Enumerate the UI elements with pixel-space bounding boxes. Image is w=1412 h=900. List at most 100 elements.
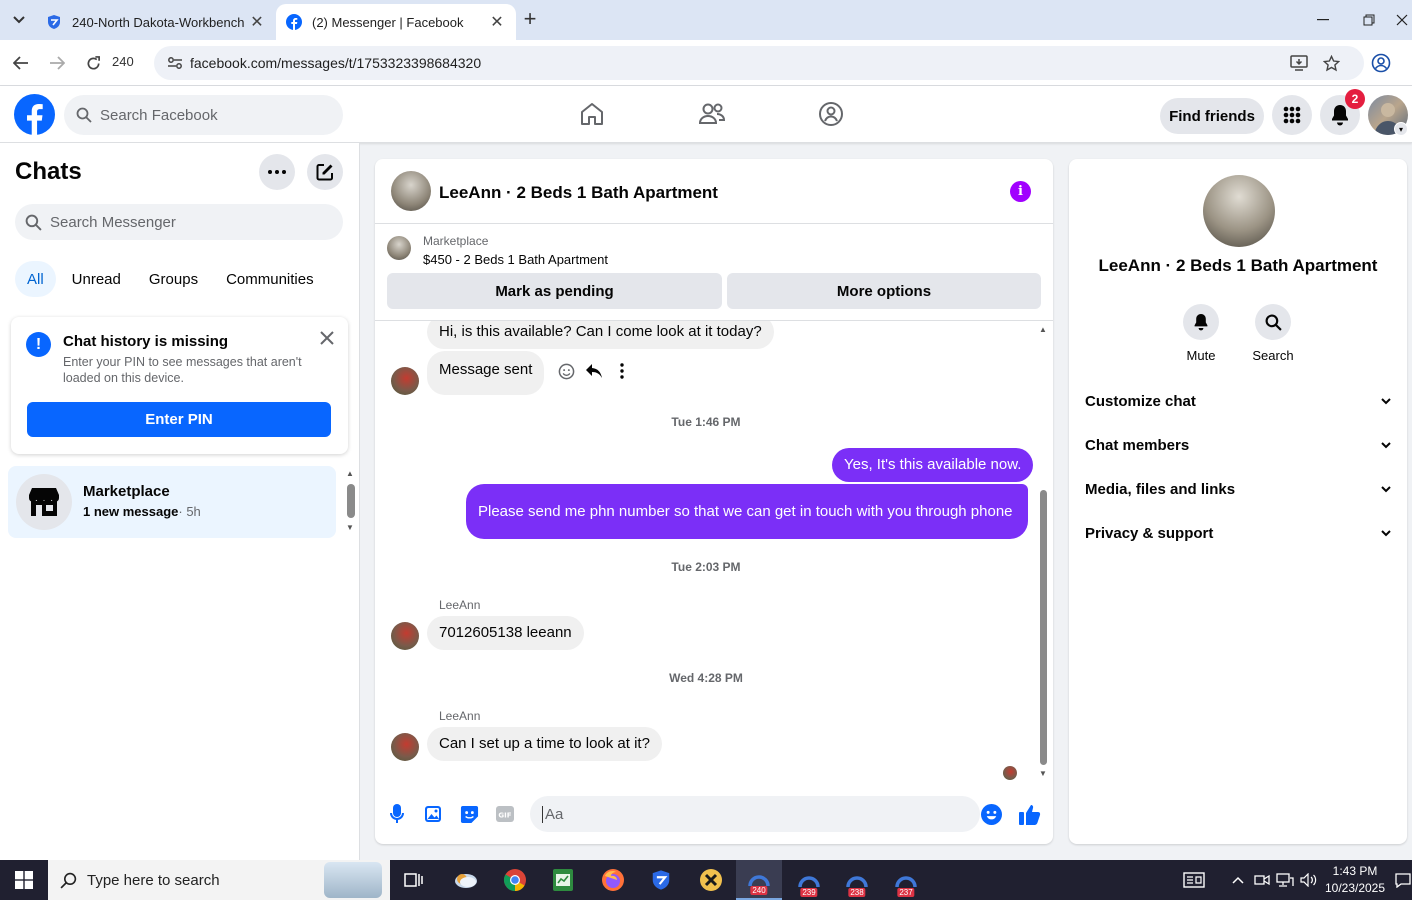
filter-communities[interactable]: Communities	[214, 261, 326, 297]
news-widget-icon[interactable]	[1180, 860, 1208, 900]
profile-count[interactable]: 240	[112, 54, 134, 69]
reply-arrow-icon[interactable]	[584, 361, 604, 381]
profile-avatar-large[interactable]	[1203, 175, 1275, 247]
filter-groups[interactable]: Groups	[137, 261, 210, 297]
message-input[interactable]	[542, 805, 942, 823]
section-privacy-support[interactable]: Privacy & support	[1085, 511, 1391, 555]
sender-avatar[interactable]	[391, 622, 419, 650]
message-bubble-outgoing[interactable]: Please send me phn number so that we can…	[466, 484, 1028, 539]
taskbar-app-238[interactable]: 238	[834, 860, 880, 900]
taskbar-search-input[interactable]	[87, 871, 307, 889]
more-vertical-icon[interactable]	[612, 361, 632, 381]
minimize-icon[interactable]	[1300, 6, 1346, 34]
scroll-up-arrow[interactable]: ▲	[346, 469, 354, 478]
photo-attach-icon[interactable]	[422, 803, 444, 825]
find-friends-button[interactable]: Find friends	[1160, 98, 1264, 134]
enter-pin-button[interactable]: Enter PIN	[27, 402, 331, 437]
listing-thumbnail[interactable]	[387, 236, 411, 260]
chat-list-item[interactable]: Marketplace 1 new message· 5h	[8, 466, 336, 538]
workbench-shield-icon[interactable]	[638, 860, 684, 900]
react-smiley-icon[interactable]	[556, 361, 576, 381]
notification-center-icon[interactable]	[1394, 860, 1412, 900]
facebook-search[interactable]	[64, 95, 343, 135]
mute-action[interactable]: Mute	[1171, 304, 1231, 363]
filter-unread[interactable]: Unread	[60, 261, 133, 297]
message-bubble-incoming[interactable]: Can I set up a time to look at it?	[427, 727, 662, 761]
close-window-icon[interactable]	[1392, 6, 1412, 34]
bookmark-star-icon[interactable]	[1320, 52, 1342, 74]
firefox-icon[interactable]	[590, 860, 636, 900]
task-view-icon[interactable]	[391, 860, 437, 900]
gif-icon[interactable]: GIF	[494, 803, 516, 825]
sidebar-scrollbar[interactable]	[347, 484, 355, 518]
close-tab-icon[interactable]: ✕	[248, 12, 266, 32]
taskbar-search[interactable]	[48, 860, 390, 900]
tray-chevron-up-icon[interactable]	[1228, 860, 1248, 900]
section-media-files-links[interactable]: Media, files and links	[1085, 467, 1391, 511]
taskbar-app-240[interactable]: 240	[736, 860, 782, 900]
message-bubble-incoming[interactable]: Hi, is this available? Can I come look a…	[427, 321, 774, 349]
taskbar-app-237[interactable]: 237	[883, 860, 929, 900]
close-tab-icon[interactable]: ✕	[488, 12, 506, 32]
tab-workbench[interactable]: 240-North Dakota-Workbench ✕	[36, 4, 276, 40]
messenger-search-input[interactable]	[50, 213, 310, 231]
message-bubble-incoming[interactable]: 7012605138 leeann	[427, 616, 584, 650]
new-message-button[interactable]	[307, 154, 343, 190]
weather-app-icon[interactable]	[443, 860, 489, 900]
message-bubble-incoming[interactable]: Message sent	[427, 351, 545, 395]
groups-icon[interactable]	[816, 99, 846, 129]
section-customize-chat[interactable]: Customize chat	[1085, 379, 1391, 423]
new-tab-plus-icon[interactable]: +	[518, 8, 542, 32]
search-action[interactable]: Search	[1243, 304, 1303, 363]
messenger-search[interactable]	[15, 204, 343, 240]
more-options-button[interactable]: More options	[727, 273, 1041, 309]
url-text[interactable]: facebook.com/messages/t/1753323398684320	[190, 55, 481, 71]
emoji-icon[interactable]	[980, 803, 1002, 825]
microphone-icon[interactable]	[386, 803, 408, 825]
chat-options-button[interactable]	[259, 154, 295, 190]
menu-grid-button[interactable]	[1272, 95, 1312, 135]
taskbar-clock[interactable]: 1:43 PM 10/23/2025	[1320, 863, 1390, 897]
filter-all[interactable]: All	[15, 261, 56, 297]
conversation-scrollbar[interactable]	[1040, 490, 1047, 765]
listing-title[interactable]: $450 - 2 Beds 1 Bath Apartment	[423, 252, 608, 267]
message-bubble-outgoing[interactable]: Yes, It's this available now.	[832, 448, 1034, 482]
facebook-search-input[interactable]	[100, 106, 320, 124]
windows-start-icon[interactable]	[0, 860, 48, 900]
facebook-logo-icon[interactable]	[14, 94, 55, 135]
message-input-box[interactable]	[530, 796, 980, 832]
home-icon[interactable]	[577, 99, 607, 129]
taskbar-app-239[interactable]: 239	[786, 860, 832, 900]
close-icon[interactable]	[316, 327, 338, 349]
forward-arrow-icon[interactable]	[44, 50, 70, 76]
conversation-avatar[interactable]	[391, 171, 431, 211]
account-chevron-down-icon[interactable]: ▾	[1394, 122, 1408, 136]
mark-as-pending-button[interactable]: Mark as pending	[387, 273, 722, 309]
scroll-down-arrow[interactable]: ▼	[1039, 769, 1047, 778]
reload-icon[interactable]	[80, 50, 106, 76]
tab-messenger[interactable]: (2) Messenger | Facebook ✕	[276, 4, 516, 40]
scroll-up-arrow[interactable]: ▲	[1039, 325, 1047, 334]
site-settings-icon[interactable]	[160, 56, 190, 70]
x-app-icon[interactable]	[688, 860, 734, 900]
back-arrow-icon[interactable]	[8, 50, 34, 76]
thumbs-up-icon[interactable]	[1019, 803, 1041, 825]
browser-profile-icon[interactable]	[1370, 52, 1392, 74]
friends-icon[interactable]	[697, 99, 727, 129]
conversation-title[interactable]: LeeAnn · 2 Beds 1 Bath Apartment	[439, 183, 718, 203]
scroll-down-arrow[interactable]: ▼	[346, 523, 354, 532]
network-icon[interactable]	[1274, 860, 1296, 900]
restore-icon[interactable]	[1346, 6, 1392, 34]
sheets-app-icon[interactable]	[540, 860, 586, 900]
volume-icon[interactable]	[1298, 860, 1320, 900]
sender-avatar[interactable]	[391, 733, 419, 761]
meet-camera-icon[interactable]	[1252, 860, 1272, 900]
section-chat-members[interactable]: Chat members	[1085, 423, 1391, 467]
tab-search-chevron-icon[interactable]	[8, 8, 30, 32]
sticker-icon[interactable]	[458, 803, 480, 825]
info-icon[interactable]: i	[1010, 181, 1031, 202]
sender-avatar[interactable]	[391, 367, 419, 395]
chrome-icon[interactable]	[492, 860, 538, 900]
address-bar[interactable]: facebook.com/messages/t/1753323398684320	[154, 46, 1364, 80]
install-app-icon[interactable]	[1288, 52, 1310, 74]
